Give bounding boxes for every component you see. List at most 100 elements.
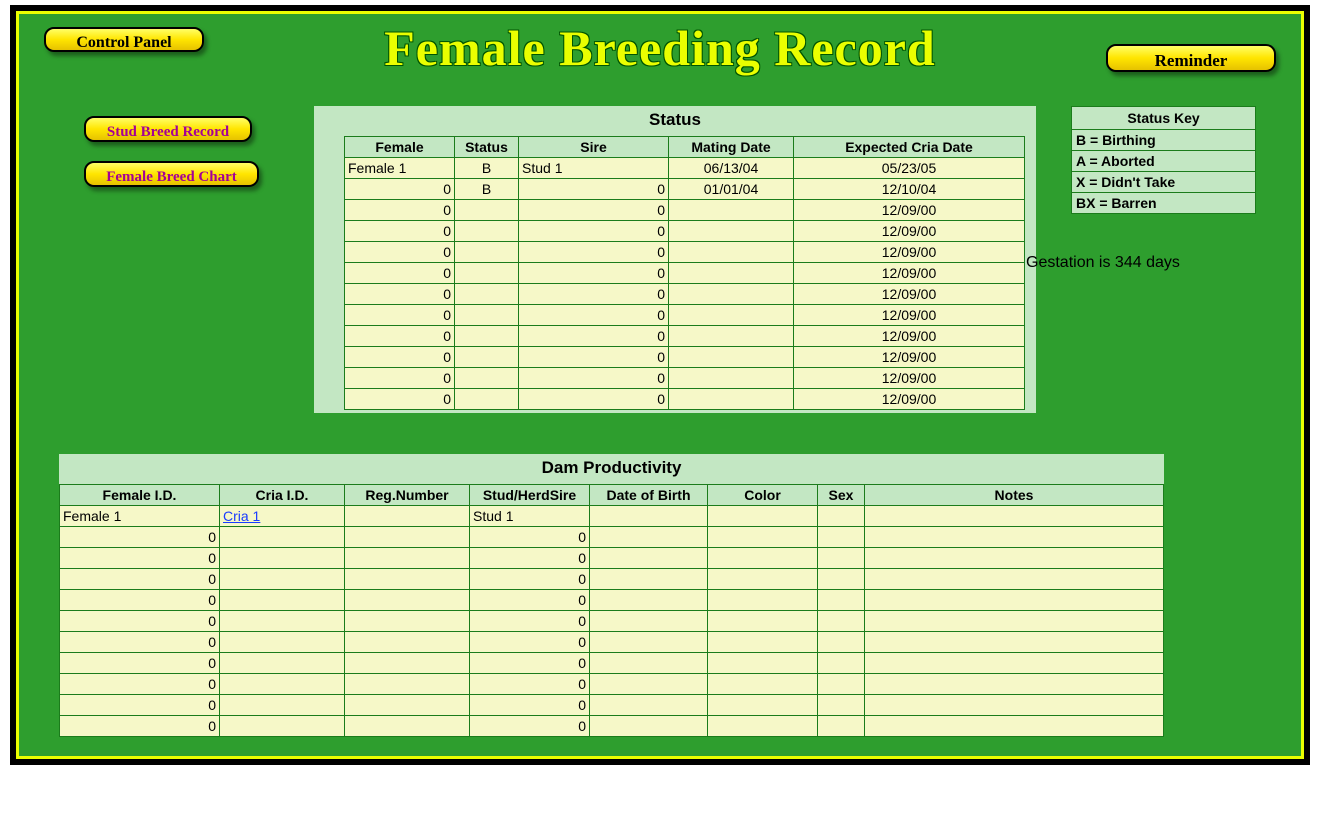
dam-cell[interactable]: 0 bbox=[470, 653, 590, 674]
status-cell[interactable]: 0 bbox=[519, 200, 669, 221]
dam-row[interactable]: 00 bbox=[60, 611, 1164, 632]
dam-cell[interactable]: 0 bbox=[60, 716, 220, 737]
dam-cell[interactable]: 0 bbox=[60, 695, 220, 716]
status-cell[interactable] bbox=[669, 284, 794, 305]
dam-cell[interactable] bbox=[220, 653, 345, 674]
dam-cell[interactable] bbox=[818, 527, 865, 548]
status-cell[interactable]: 0 bbox=[519, 242, 669, 263]
dam-row[interactable]: 00 bbox=[60, 590, 1164, 611]
dam-cell[interactable] bbox=[708, 548, 818, 569]
dam-cell[interactable] bbox=[345, 527, 470, 548]
dam-cell[interactable] bbox=[708, 611, 818, 632]
status-cell[interactable] bbox=[669, 221, 794, 242]
dam-cell[interactable] bbox=[708, 695, 818, 716]
dam-cell[interactable] bbox=[590, 611, 708, 632]
dam-row[interactable]: 00 bbox=[60, 527, 1164, 548]
status-cell[interactable]: 0 bbox=[345, 368, 455, 389]
dam-row[interactable]: 00 bbox=[60, 569, 1164, 590]
dam-cell[interactable] bbox=[220, 674, 345, 695]
dam-cell[interactable] bbox=[220, 611, 345, 632]
dam-cell[interactable] bbox=[818, 632, 865, 653]
dam-cell[interactable]: 0 bbox=[60, 527, 220, 548]
dam-cell[interactable] bbox=[818, 506, 865, 527]
status-cell[interactable]: 12/09/00 bbox=[794, 200, 1025, 221]
dam-cell[interactable] bbox=[590, 590, 708, 611]
status-cell[interactable]: 12/09/00 bbox=[794, 368, 1025, 389]
status-cell[interactable]: 12/09/00 bbox=[794, 326, 1025, 347]
status-row[interactable]: 0012/09/00 bbox=[345, 305, 1025, 326]
status-cell[interactable]: 0 bbox=[345, 389, 455, 410]
dam-cell[interactable] bbox=[345, 611, 470, 632]
status-cell[interactable]: 0 bbox=[345, 242, 455, 263]
status-cell[interactable] bbox=[669, 263, 794, 284]
status-cell[interactable] bbox=[455, 263, 519, 284]
dam-cell[interactable] bbox=[345, 695, 470, 716]
status-row[interactable]: Female 1BStud 106/13/0405/23/05 bbox=[345, 158, 1025, 179]
status-cell[interactable]: 12/09/00 bbox=[794, 221, 1025, 242]
dam-cell[interactable] bbox=[220, 548, 345, 569]
dam-cell[interactable]: 0 bbox=[470, 590, 590, 611]
status-cell[interactable]: Stud 1 bbox=[519, 158, 669, 179]
stud-breed-record-button[interactable]: Stud Breed Record bbox=[84, 116, 252, 142]
dam-cell[interactable]: 0 bbox=[60, 674, 220, 695]
dam-cell[interactable] bbox=[818, 590, 865, 611]
dam-cell[interactable] bbox=[708, 716, 818, 737]
status-cell[interactable]: 0 bbox=[345, 347, 455, 368]
status-cell[interactable]: 05/23/05 bbox=[794, 158, 1025, 179]
dam-cell[interactable] bbox=[345, 674, 470, 695]
dam-cell[interactable] bbox=[818, 548, 865, 569]
status-cell[interactable] bbox=[455, 242, 519, 263]
status-cell[interactable]: 0 bbox=[519, 284, 669, 305]
status-cell[interactable]: 0 bbox=[519, 179, 669, 200]
status-cell[interactable]: 0 bbox=[345, 221, 455, 242]
dam-cell[interactable] bbox=[708, 506, 818, 527]
status-cell[interactable]: 0 bbox=[345, 326, 455, 347]
dam-cell[interactable] bbox=[708, 527, 818, 548]
status-cell[interactable]: 0 bbox=[345, 284, 455, 305]
cria-link[interactable]: Cria 1 bbox=[223, 508, 260, 524]
status-cell[interactable] bbox=[669, 347, 794, 368]
dam-cell[interactable] bbox=[345, 548, 470, 569]
status-cell[interactable]: 0 bbox=[519, 368, 669, 389]
dam-cell[interactable]: 0 bbox=[470, 548, 590, 569]
status-cell[interactable]: Female 1 bbox=[345, 158, 455, 179]
dam-row[interactable]: Female 1Cria 1Stud 1 bbox=[60, 506, 1164, 527]
dam-cell[interactable] bbox=[345, 506, 470, 527]
dam-cell[interactable] bbox=[345, 590, 470, 611]
dam-cell[interactable] bbox=[818, 695, 865, 716]
dam-cell[interactable] bbox=[590, 527, 708, 548]
dam-row[interactable]: 00 bbox=[60, 653, 1164, 674]
dam-cell[interactable] bbox=[220, 695, 345, 716]
status-cell[interactable]: 0 bbox=[519, 389, 669, 410]
status-row[interactable]: 0012/09/00 bbox=[345, 263, 1025, 284]
dam-cell[interactable] bbox=[345, 653, 470, 674]
status-cell[interactable] bbox=[669, 368, 794, 389]
dam-cell[interactable]: 0 bbox=[60, 632, 220, 653]
dam-cell[interactable] bbox=[590, 548, 708, 569]
dam-cell[interactable] bbox=[345, 632, 470, 653]
dam-cell[interactable] bbox=[345, 716, 470, 737]
dam-cell[interactable] bbox=[708, 569, 818, 590]
dam-cell[interactable] bbox=[865, 569, 1164, 590]
status-row[interactable]: 0012/09/00 bbox=[345, 242, 1025, 263]
status-cell[interactable]: 0 bbox=[519, 221, 669, 242]
dam-cell[interactable] bbox=[865, 695, 1164, 716]
dam-cell[interactable] bbox=[220, 716, 345, 737]
dam-cell[interactable] bbox=[865, 506, 1164, 527]
dam-cell[interactable]: 0 bbox=[470, 674, 590, 695]
dam-cell[interactable]: 0 bbox=[470, 632, 590, 653]
dam-cell[interactable]: Female 1 bbox=[60, 506, 220, 527]
reminder-button[interactable]: Reminder bbox=[1106, 44, 1276, 72]
status-cell[interactable] bbox=[455, 347, 519, 368]
status-cell[interactable] bbox=[669, 305, 794, 326]
dam-row[interactable]: 00 bbox=[60, 548, 1164, 569]
dam-cell[interactable]: 0 bbox=[60, 611, 220, 632]
dam-cell[interactable]: 0 bbox=[470, 569, 590, 590]
dam-row[interactable]: 00 bbox=[60, 674, 1164, 695]
dam-cell[interactable] bbox=[818, 569, 865, 590]
status-row[interactable]: 0012/09/00 bbox=[345, 200, 1025, 221]
dam-cell[interactable] bbox=[590, 506, 708, 527]
dam-cell[interactable]: 0 bbox=[470, 695, 590, 716]
dam-cell[interactable] bbox=[590, 569, 708, 590]
dam-cell[interactable] bbox=[708, 674, 818, 695]
